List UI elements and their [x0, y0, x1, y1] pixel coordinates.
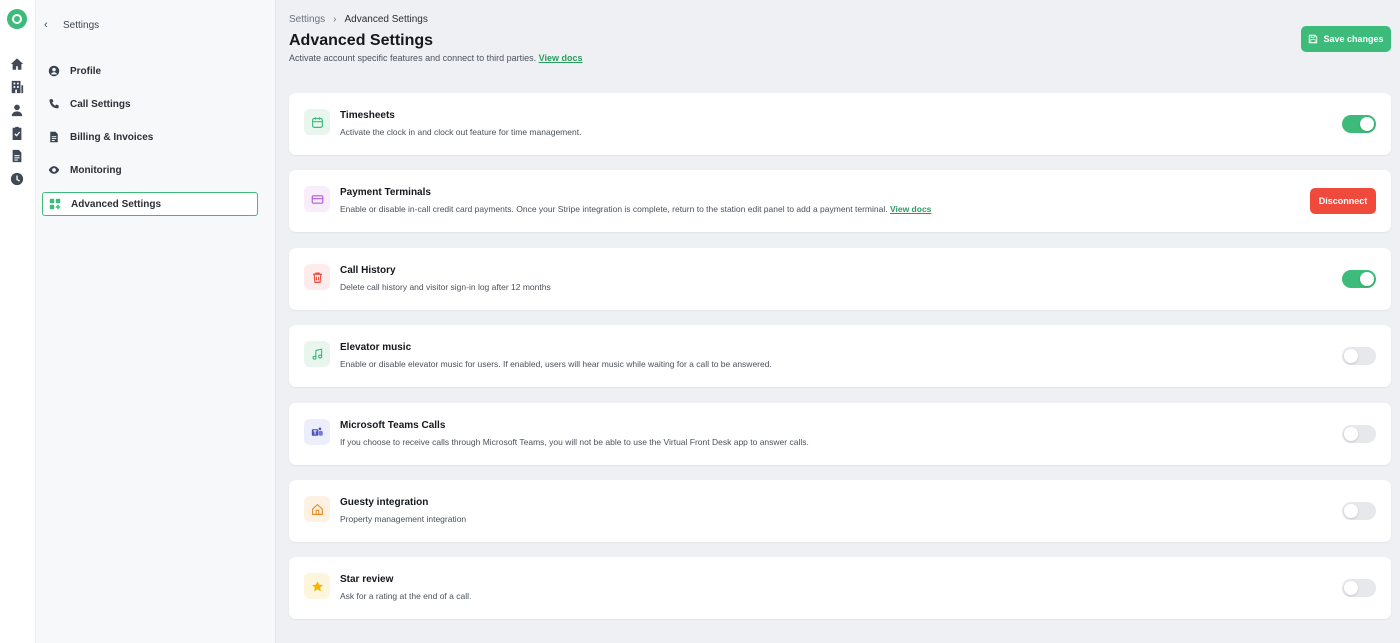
toggle-knob [1344, 349, 1358, 363]
setting-card-payment-terminals: Payment Terminals Enable or disable in-c… [289, 170, 1391, 232]
setting-title: Payment Terminals [340, 187, 431, 198]
receipt-icon [48, 131, 60, 143]
call-history-toggle[interactable] [1342, 270, 1376, 288]
elevator-music-toggle[interactable] [1342, 347, 1376, 365]
sidebar-item-label: Billing & Invoices [70, 131, 154, 143]
chevron-left-icon: ‹ [44, 19, 48, 31]
disconnect-button[interactable]: Disconnect [1310, 188, 1376, 214]
setting-title: Timesheets [340, 110, 395, 121]
toggle-knob [1360, 272, 1374, 286]
save-icon [1308, 34, 1318, 44]
setting-description: Ask for a rating at the end of a call. [340, 591, 472, 601]
person-icon[interactable] [10, 103, 24, 117]
page-subtitle-text: Activate account specific features and c… [289, 53, 537, 63]
timesheets-toggle[interactable] [1342, 115, 1376, 133]
setting-card-star-review: Star review Ask for a rating at the end … [289, 557, 1391, 619]
eye-icon [48, 164, 60, 176]
microsoft-teams-toggle[interactable] [1342, 425, 1376, 443]
sidebar-item-label: Monitoring [70, 164, 122, 176]
main-content: Settings › Advanced Settings Advanced Se… [277, 0, 1400, 643]
setting-description: Delete call history and visitor sign-in … [340, 282, 551, 292]
calendar-icon [304, 109, 330, 135]
sidebar-item-label: Call Settings [70, 98, 131, 110]
setting-title: Elevator music [340, 342, 412, 353]
view-docs-link[interactable]: View docs [539, 53, 583, 63]
breadcrumb-settings[interactable]: Settings [289, 14, 325, 25]
building-icon[interactable] [10, 80, 24, 94]
setting-title: Star review [340, 574, 394, 585]
app-logo-icon[interactable] [7, 9, 27, 29]
toggle-knob [1360, 117, 1374, 131]
home-icon[interactable] [10, 57, 24, 71]
setting-description: Enable or disable in-call credit card pa… [340, 204, 888, 214]
icon-rail [0, 0, 36, 643]
breadcrumb-current: Advanced Settings [344, 14, 428, 25]
setting-title: Call History [340, 265, 396, 276]
trash-icon [304, 264, 330, 290]
music-note-icon [304, 341, 330, 367]
payment-view-docs-link[interactable]: View docs [890, 204, 931, 214]
sidebar-item-monitoring[interactable]: Monitoring [42, 158, 258, 182]
back-label: Settings [63, 19, 100, 31]
settings-sidebar: ‹ Settings Profile Call Settings Billing… [36, 0, 276, 643]
toggle-knob [1344, 504, 1358, 518]
breadcrumb: Settings › Advanced Settings [289, 14, 428, 25]
setting-title: Microsoft Teams Calls [340, 420, 446, 431]
star-icon [304, 573, 330, 599]
sidebar-item-label: Advanced Settings [71, 198, 162, 210]
page-title: Advanced Settings [289, 32, 434, 49]
setting-card-call-history: Call History Delete call history and vis… [289, 248, 1391, 310]
setting-description-wrap: Enable or disable in-call credit card pa… [340, 204, 931, 214]
house-icon [304, 496, 330, 522]
star-review-toggle[interactable] [1342, 579, 1376, 597]
sidebar-item-label: Profile [70, 65, 102, 77]
setting-description: Enable or disable elevator music for use… [340, 359, 772, 369]
setting-description: If you choose to receive calls through M… [340, 437, 809, 447]
grid-plus-icon [49, 198, 61, 210]
document-icon[interactable] [10, 149, 24, 163]
teams-icon [304, 419, 330, 445]
setting-card-elevator-music: Elevator music Enable or disable elevato… [289, 325, 1391, 387]
clipboard-check-icon[interactable] [10, 126, 24, 140]
save-changes-label: Save changes [1323, 34, 1384, 44]
sidebar-item-profile[interactable]: Profile [42, 59, 258, 83]
phone-icon [48, 98, 60, 110]
setting-card-microsoft-teams: Microsoft Teams Calls If you choose to r… [289, 403, 1391, 465]
page-subtitle: Activate account specific features and c… [289, 53, 583, 63]
toggle-knob [1344, 427, 1358, 441]
guesty-toggle[interactable] [1342, 502, 1376, 520]
chevron-right-icon: › [333, 14, 337, 25]
setting-title: Guesty integration [340, 497, 429, 508]
clock-icon[interactable] [10, 172, 24, 186]
setting-card-guesty: Guesty integration Property management i… [289, 480, 1391, 542]
save-changes-button[interactable]: Save changes [1301, 26, 1391, 52]
user-circle-icon [48, 65, 60, 77]
sidebar-item-advanced-settings[interactable]: Advanced Settings [42, 192, 258, 216]
back-to-settings[interactable]: ‹ Settings [44, 18, 99, 32]
credit-card-icon [304, 186, 330, 212]
setting-description: Property management integration [340, 514, 467, 524]
sidebar-item-call-settings[interactable]: Call Settings [42, 92, 258, 116]
setting-card-timesheets: Timesheets Activate the clock in and clo… [289, 93, 1391, 155]
toggle-knob [1344, 581, 1358, 595]
setting-description: Activate the clock in and clock out feat… [340, 127, 582, 137]
sidebar-item-billing[interactable]: Billing & Invoices [42, 125, 258, 149]
